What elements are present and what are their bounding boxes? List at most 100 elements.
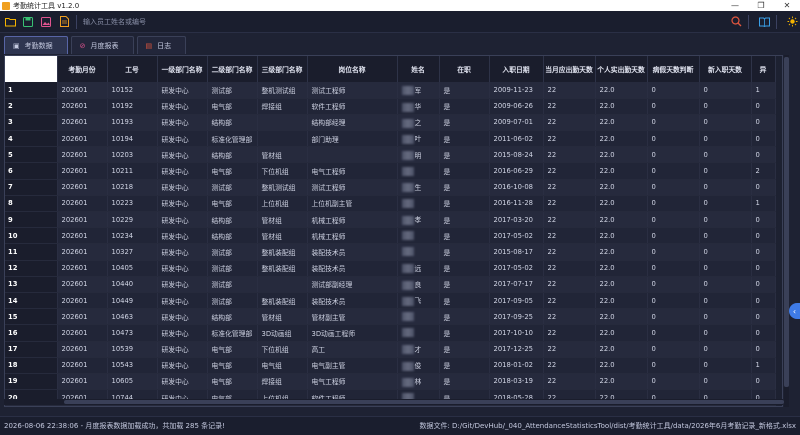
close-button[interactable]: ✕ [774, 0, 800, 11]
table-cell[interactable]: 研发中心 [157, 260, 208, 277]
table-cell[interactable]: 0 [647, 146, 700, 164]
table-cell[interactable]: 结构部 [207, 227, 258, 245]
table-cell[interactable]: 2009-11-23 [489, 82, 544, 99]
table-cell[interactable] [257, 130, 308, 148]
table-cell[interactable]: 标准化管理部 [207, 324, 258, 342]
table-cell[interactable]: 2017-03-20 [489, 211, 544, 229]
table-cell[interactable]: 0 [699, 373, 752, 391]
table-cell[interactable]: 0 [647, 308, 700, 326]
row-number[interactable]: 5 [5, 146, 58, 164]
table-cell[interactable]: 是 [439, 146, 490, 164]
table-cell[interactable]: 1 [751, 357, 776, 374]
table-cell[interactable]: 电气副主管 [307, 357, 398, 374]
row-number[interactable]: 6 [5, 162, 58, 180]
column-header[interactable]: 当月应出勤天数 [543, 56, 596, 82]
column-header[interactable]: 新入职天数 [699, 56, 752, 82]
table-cell[interactable]: 研发中心 [157, 324, 208, 342]
table-cell[interactable]: 研发中心 [157, 98, 208, 115]
table-cell[interactable]: 结构部 [207, 114, 258, 132]
table-cell[interactable]: 22.0 [595, 162, 648, 180]
table-cell[interactable]: 0 [751, 211, 776, 229]
table-cell[interactable]: 是 [439, 243, 490, 261]
table-cell[interactable]: 202601 [57, 243, 108, 261]
table-cell[interactable]: 22.0 [595, 130, 648, 148]
table-cell[interactable]: 22.0 [595, 243, 648, 261]
table-cell[interactable]: 才 [397, 341, 440, 358]
image-icon[interactable] [38, 14, 54, 30]
table-cell[interactable]: 2017-07-17 [489, 276, 544, 293]
table-cell[interactable] [257, 114, 308, 132]
table-cell[interactable]: 0 [699, 341, 752, 358]
table-cell[interactable]: 0 [647, 324, 700, 342]
table-cell[interactable]: 202601 [57, 276, 108, 293]
column-header[interactable]: 考勤月份 [57, 56, 108, 82]
row-number[interactable]: 9 [5, 211, 58, 229]
table-cell[interactable]: 是 [439, 211, 490, 229]
table-cell[interactable]: 10543 [107, 357, 158, 374]
table-cell[interactable]: 2011-06-02 [489, 130, 544, 148]
table-cell[interactable]: 测试工程师 [307, 82, 398, 99]
table-cell[interactable]: 装配技术员 [307, 260, 398, 277]
table-cell[interactable]: 研发中心 [157, 357, 208, 374]
table-cell[interactable]: 22.0 [595, 341, 648, 358]
table-cell[interactable]: 研发中心 [157, 341, 208, 358]
table-cell[interactable]: 22.0 [595, 373, 648, 391]
theme-sun-icon[interactable] [784, 14, 800, 30]
table-cell[interactable]: 0 [699, 114, 752, 132]
table-cell[interactable]: 管材组 [257, 146, 308, 164]
row-number[interactable]: 10 [5, 227, 58, 245]
table-cell[interactable]: 测试工程师 [307, 179, 398, 196]
table-cell[interactable]: 0 [699, 324, 752, 342]
table-cell[interactable] [257, 276, 308, 293]
table-cell[interactable]: 0 [699, 308, 752, 326]
table-row[interactable]: 2 202601 10192 研发中心 电气部 焊接组 软件工程师华是 2009-06-26 2… [5, 98, 776, 115]
table-cell[interactable]: 焊接组 [257, 373, 308, 391]
table-cell[interactable]: 0 [751, 292, 776, 310]
table-cell[interactable]: 22.0 [595, 179, 648, 196]
table-cell[interactable]: 202601 [57, 98, 108, 115]
table-row[interactable]: 15 202601 10463 研发中心 结构部 管材组 管材副主管是 2017-09-25 2… [5, 308, 776, 326]
table-cell[interactable]: 管材副主管 [307, 308, 398, 326]
row-number[interactable]: 15 [5, 308, 58, 326]
table-cell[interactable]: 202601 [57, 341, 108, 358]
column-header[interactable]: 工号 [107, 56, 158, 82]
table-row[interactable]: 13 202601 10440 研发中心 测试部 测试部副经理良是 2017-07-17 22… [5, 276, 776, 293]
table-cell[interactable]: 是 [439, 195, 490, 213]
table-cell[interactable]: 远 [397, 260, 440, 277]
table-cell[interactable]: 0 [647, 82, 700, 99]
table-cell[interactable]: 202601 [57, 130, 108, 148]
table-cell[interactable]: 0 [751, 341, 776, 358]
table-cell[interactable]: 0 [699, 195, 752, 213]
table-cell[interactable]: 10194 [107, 130, 158, 148]
table-cell[interactable]: 测试部 [207, 276, 258, 293]
row-number[interactable]: 19 [5, 373, 58, 391]
table-cell[interactable]: 测试部 [207, 260, 258, 277]
horizontal-scrollbar[interactable] [4, 399, 784, 405]
table-cell[interactable]: 2009-07-01 [489, 114, 544, 132]
table-row[interactable]: 18 202601 10543 研发中心 电气部 电气组 电气副主管 俊 是 2018-01-02… [5, 357, 776, 374]
column-header[interactable]: 岗位名称 [307, 56, 398, 82]
table-cell[interactable]: 下位机组 [257, 341, 308, 358]
table-cell[interactable]: 研发中心 [157, 179, 208, 196]
table-row[interactable]: 3 202601 10193 研发中心 结构部 结构部经理 之 是 2009-07-01 22 22… [5, 114, 776, 132]
table-cell[interactable]: 研发中心 [157, 292, 208, 310]
table-cell[interactable]: 0 [647, 130, 700, 148]
row-number[interactable]: 17 [5, 341, 58, 358]
table-cell[interactable]: 22.0 [595, 114, 648, 132]
table-cell[interactable]: 10223 [107, 195, 158, 213]
table-cell[interactable]: 研发中心 [157, 227, 208, 245]
table-cell[interactable]: 22.0 [595, 324, 648, 342]
table-cell[interactable]: 明 [397, 146, 440, 164]
table-cell[interactable]: 结构部经理 [307, 114, 398, 132]
table-cell[interactable]: 202601 [57, 146, 108, 164]
table-cell[interactable]: 10449 [107, 292, 158, 310]
table-cell[interactable]: 2015-08-24 [489, 146, 544, 164]
table-cell[interactable]: 10192 [107, 98, 158, 115]
table-cell[interactable]: 结构部 [207, 146, 258, 164]
row-number[interactable]: 7 [5, 179, 58, 196]
table-cell[interactable]: 1 [751, 82, 776, 99]
table-cell[interactable]: 0 [647, 243, 700, 261]
row-number[interactable]: 2 [5, 98, 58, 115]
table-cell[interactable]: 0 [647, 357, 700, 374]
search-icon[interactable] [728, 14, 744, 30]
